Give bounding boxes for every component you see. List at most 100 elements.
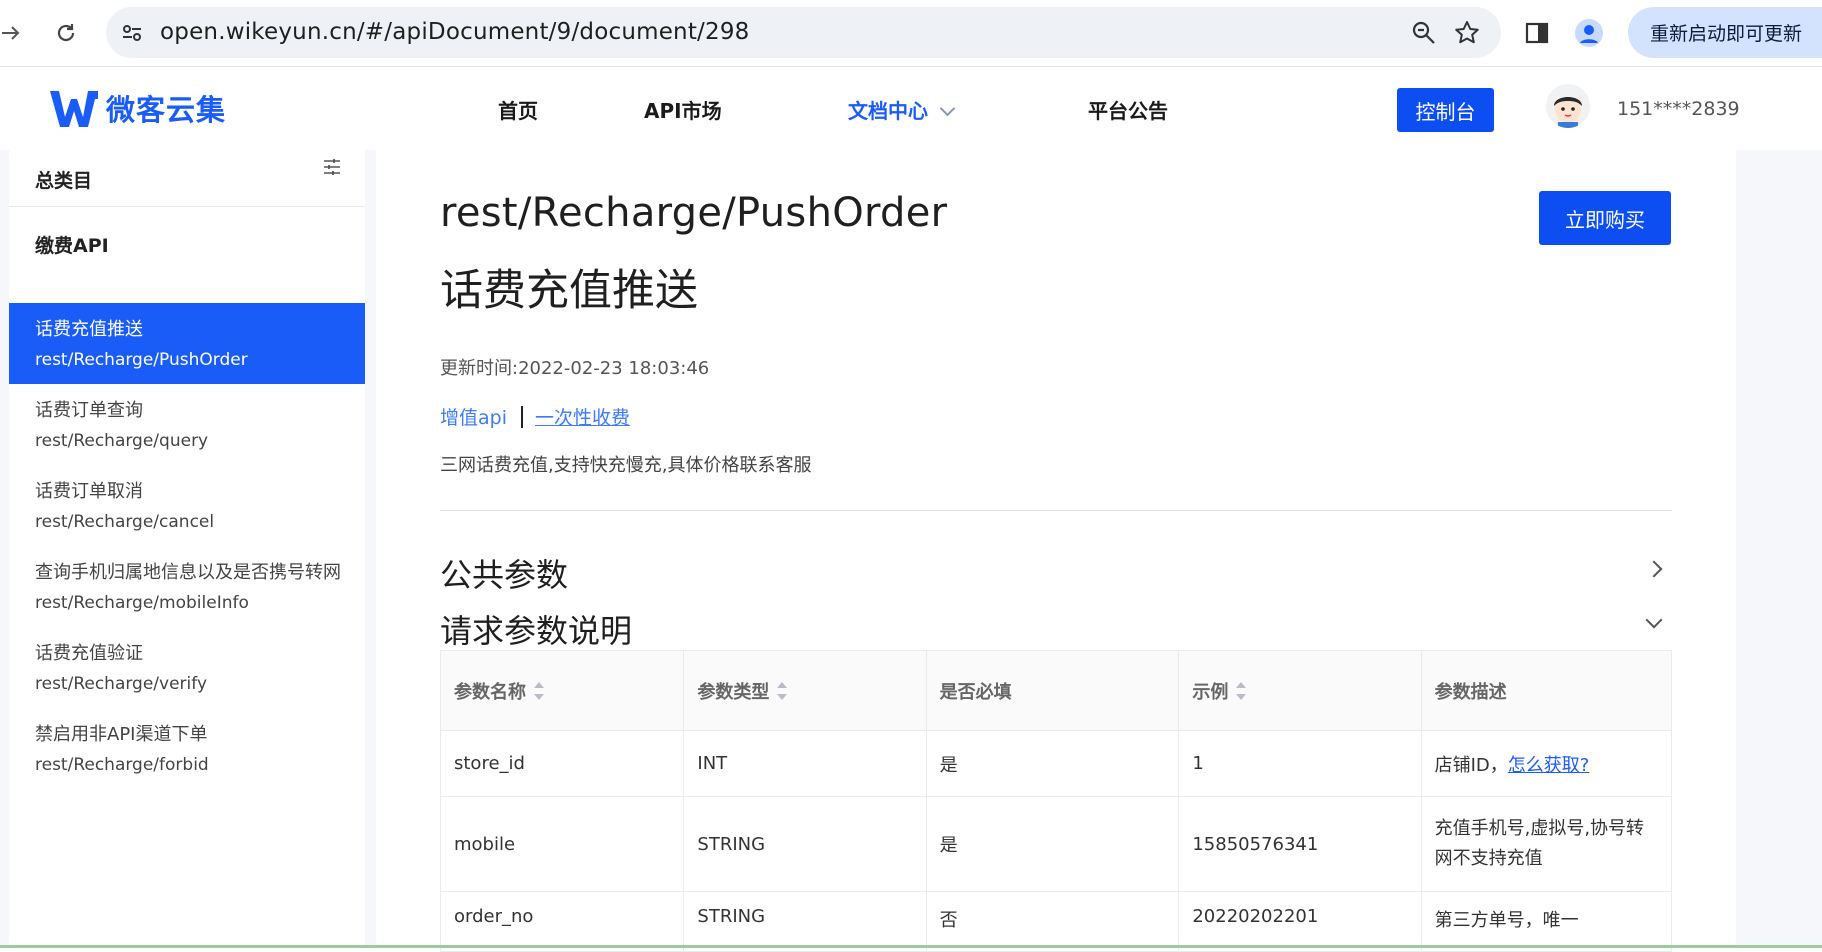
zoom-icon[interactable]	[1411, 20, 1437, 46]
user-phone: 151****2839	[1617, 98, 1740, 120]
cell-required: 是	[925, 730, 1180, 797]
cell-desc: 第三方单号，唯一	[1420, 891, 1673, 952]
tag-value-added[interactable]: 增值api	[440, 403, 507, 430]
sidebar-item-path: rest/Recharge/mobileInfo	[35, 593, 249, 613]
sidebar-item-cancel[interactable]: 话费订单取消 rest/Recharge/cancel	[9, 465, 365, 546]
update-label: 重新启动即可更新	[1650, 23, 1803, 45]
column-header: 是否必填	[925, 650, 1180, 731]
sidebar-category[interactable]: 缴费API	[35, 231, 109, 258]
table-header-row: 参数名称 参数类型 是否必填 示例 参数描述	[439, 650, 1673, 731]
api-description: 三网话费充值,支持快充慢充,具体价格联系客服	[440, 455, 812, 476]
cell-name: mobile	[439, 796, 685, 892]
table-row: store_id INT 是 1 店铺ID，怎么获取?	[439, 730, 1673, 797]
side-panel-icon[interactable]	[1522, 18, 1552, 48]
console-button[interactable]: 控制台	[1397, 88, 1494, 132]
nav-home[interactable]: 首页	[498, 95, 538, 124]
divider	[440, 510, 1672, 511]
column-header-label: 是否必填	[939, 681, 1012, 703]
update-time: 更新时间:2022-02-23 18:03:46	[440, 358, 710, 379]
sidebar-item-path: rest/Recharge/PushOrder	[35, 350, 248, 370]
nav-doc-center[interactable]: 文档中心	[848, 95, 956, 124]
logo-text: 微客云集	[106, 93, 227, 127]
more-menu-icon[interactable]: ⋮	[1816, 21, 1822, 44]
sidebar-divider	[9, 206, 365, 207]
sidebar: 总类目 缴费API 话费充值推送 rest/Recharge/PushOrder…	[9, 150, 365, 948]
logo-icon	[50, 91, 98, 127]
cell-type: STRING	[683, 891, 927, 952]
sidebar-item-push-order[interactable]: 话费充值推送 rest/Recharge/PushOrder	[9, 303, 365, 384]
page-title: 话费充值推送	[440, 266, 698, 316]
sidebar-item-title: 话费充值推送	[35, 319, 143, 340]
cell-desc-text: 店铺ID，	[1434, 754, 1508, 776]
tag-one-time-fee[interactable]: 一次性收费	[535, 403, 630, 430]
browser-toolbar: open.wikeyun.cn/#/apiDocument/9/document…	[0, 0, 1822, 67]
column-header-label: 示例	[1192, 681, 1229, 703]
nav-api-market[interactable]: API市场	[644, 95, 722, 124]
nav-announcements[interactable]: 平台公告	[1088, 95, 1168, 124]
chevron-right-icon[interactable]	[1645, 560, 1663, 578]
site: 微客云集 首页 API市场 文档中心 平台公告 控制台 151****2839 …	[0, 67, 1822, 952]
sidebar-item-path: rest/Recharge/forbid	[35, 755, 209, 775]
table-row: order_no STRING 否 20220202201 第三方单号，唯一	[439, 891, 1673, 952]
sidebar-header: 总类目	[35, 170, 93, 192]
cell-desc: 充值手机号,虚拟号,协号转网不支持充值	[1420, 796, 1673, 892]
bookmark-star-icon[interactable]	[1454, 20, 1480, 46]
column-header[interactable]: 参数类型	[683, 650, 927, 731]
cell-example: 1	[1178, 730, 1422, 797]
tag-separator	[520, 405, 523, 428]
sidebar-item-mobile-info[interactable]: 查询手机归属地信息以及是否携号转网 rest/Recharge/mobileIn…	[9, 546, 365, 627]
buy-now-button[interactable]: 立即购买	[1539, 191, 1671, 245]
column-header-label: 参数名称	[454, 681, 526, 703]
column-header: 参数描述	[1420, 650, 1673, 731]
forward-icon[interactable]	[0, 16, 28, 50]
site-header: 微客云集 首页 API市场 文档中心 平台公告 控制台 151****2839	[0, 67, 1822, 150]
column-header-label: 参数描述	[1434, 681, 1507, 703]
profile-icon[interactable]	[1574, 18, 1604, 48]
cell-name: order_no	[439, 891, 685, 952]
chevron-down-icon[interactable]	[1645, 611, 1663, 629]
cell-desc: 店铺ID，怎么获取?	[1420, 730, 1673, 797]
sidebar-item-forbid[interactable]: 禁启用非API渠道下单 rest/Recharge/forbid	[9, 708, 365, 789]
column-header[interactable]: 参数名称	[439, 650, 685, 731]
reload-icon[interactable]	[49, 16, 83, 50]
sidebar-item-verify[interactable]: 话费充值验证 rest/Recharge/verify	[9, 627, 365, 708]
site-info-icon[interactable]	[120, 21, 144, 45]
sidebar-item-title: 查询手机归属地信息以及是否携号转网	[35, 562, 341, 583]
cell-name: store_id	[439, 730, 685, 797]
params-table: 参数名称 参数类型 是否必填 示例 参数描述 store_id INT 是 1 …	[439, 650, 1673, 952]
cell-type: STRING	[683, 796, 927, 892]
site-logo[interactable]: 微客云集	[48, 87, 226, 129]
url-text: open.wikeyun.cn/#/apiDocument/9/document…	[160, 19, 750, 45]
section-public-params[interactable]: 公共参数	[440, 550, 568, 596]
column-header[interactable]: 示例	[1178, 650, 1422, 731]
sort-icon[interactable]	[777, 681, 788, 700]
how-to-get-link[interactable]: 怎么获取?	[1508, 755, 1590, 776]
sidebar-item-path: rest/Recharge/cancel	[35, 512, 215, 532]
sidebar-item-path: rest/Recharge/query	[35, 431, 209, 451]
sidebar-item-title: 话费充值验证	[35, 643, 143, 664]
filter-icon[interactable]	[321, 156, 343, 178]
cell-required: 否	[925, 891, 1180, 952]
tags: 增值api 一次性收费	[440, 403, 630, 430]
cell-example: 15850576341	[1178, 796, 1422, 892]
sort-icon[interactable]	[1236, 681, 1247, 700]
doc-content: rest/Recharge/PushOrder 立即购买 话费充值推送 更新时间…	[376, 150, 1736, 952]
cell-required: 是	[925, 796, 1180, 892]
chevron-down-icon	[939, 100, 956, 117]
column-header-label: 参数类型	[697, 681, 770, 703]
sidebar-item-title: 禁启用非API渠道下单	[35, 724, 208, 745]
nav-doc-center-label: 文档中心	[848, 99, 928, 123]
page-margin	[1736, 150, 1822, 948]
sidebar-item-query[interactable]: 话费订单查询 rest/Recharge/query	[9, 384, 365, 465]
update-button[interactable]: 重新启动即可更新 ⋮	[1628, 7, 1822, 58]
section-request-params[interactable]: 请求参数说明	[440, 606, 632, 652]
address-bar[interactable]: open.wikeyun.cn/#/apiDocument/9/document…	[106, 7, 1501, 58]
table-row: mobile STRING 是 15850576341 充值手机号,虚拟号,协号…	[439, 796, 1673, 892]
cell-type: INT	[683, 730, 927, 797]
sidebar-item-title: 话费订单取消	[35, 481, 143, 502]
sort-icon[interactable]	[534, 681, 544, 700]
sidebar-item-title: 话费订单查询	[35, 400, 143, 421]
cell-example: 20220202201	[1178, 891, 1422, 952]
sidebar-item-path: rest/Recharge/verify	[35, 674, 208, 694]
avatar[interactable]	[1546, 84, 1590, 128]
